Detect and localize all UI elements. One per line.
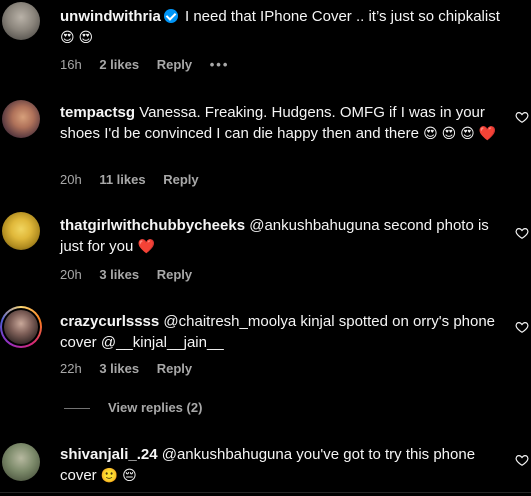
comment-text: tempactsg Vanessa. Freaking. Hudgens. OM… xyxy=(60,102,500,144)
comment-content: I need that IPhone Cover .. it’s just so… xyxy=(185,8,500,25)
comment-text: thatgirlwithchubbycheeks @ankushbahuguna… xyxy=(60,215,500,257)
heart-outline-icon[interactable] xyxy=(515,453,529,467)
comment-text: unwindwithria I need that IPhone Cover .… xyxy=(60,6,500,48)
comment-likes[interactable]: 11 likes xyxy=(99,172,145,187)
comment-username[interactable]: crazycurlssss xyxy=(60,313,159,330)
comment-emojis: ❤️ xyxy=(137,238,155,254)
comment-emojis: 😍 😍 😍 ❤️ xyxy=(423,125,497,141)
comment-username[interactable]: unwindwithria xyxy=(60,8,161,25)
comment-meta: 20h 11 likes Reply xyxy=(60,172,213,187)
comment-emojis: 😍 😍 xyxy=(60,29,94,45)
more-options-icon[interactable]: ••• xyxy=(210,57,230,72)
comment-time[interactable]: 20h xyxy=(60,267,82,282)
reply-button[interactable]: Reply xyxy=(157,361,192,376)
avatar[interactable] xyxy=(2,2,40,40)
avatar[interactable] xyxy=(0,306,42,348)
verified-badge-icon xyxy=(163,9,178,23)
reply-button[interactable]: Reply xyxy=(163,172,198,187)
view-replies-button[interactable]: View replies (2) xyxy=(64,400,202,415)
view-replies-label[interactable]: View replies (2) xyxy=(108,400,202,415)
comment-meta: 16h 2 likes Reply ••• xyxy=(60,57,243,72)
avatar[interactable] xyxy=(2,100,40,138)
comment-time[interactable]: 20h xyxy=(60,172,82,187)
comment-likes[interactable]: 3 likes xyxy=(99,267,139,282)
divider xyxy=(0,492,531,493)
comment-likes[interactable]: 3 likes xyxy=(99,361,139,376)
reply-button[interactable]: Reply xyxy=(157,57,192,72)
comment-meta: 22h 3 likes Reply xyxy=(60,361,206,376)
comment-time[interactable]: 22h xyxy=(60,361,82,376)
avatar[interactable] xyxy=(2,443,40,481)
comment-meta: 20h 3 likes Reply xyxy=(60,267,206,282)
comment-time[interactable]: 16h xyxy=(60,57,82,72)
heart-outline-icon[interactable] xyxy=(515,320,529,334)
avatar[interactable] xyxy=(2,212,40,250)
comment-username[interactable]: tempactsg xyxy=(60,104,135,121)
comment-text: shivanjali_.24 @ankushbahuguna you've go… xyxy=(60,444,500,486)
reply-button[interactable]: Reply xyxy=(157,267,192,282)
comment-text: crazycurlssss @chaitresh_moolya kinjal s… xyxy=(60,311,500,353)
comment-emojis: 🙂 😔 xyxy=(100,467,137,483)
comment-likes[interactable]: 2 likes xyxy=(99,57,139,72)
comment-username[interactable]: thatgirlwithchubbycheeks xyxy=(60,217,245,234)
heart-outline-icon[interactable] xyxy=(515,226,529,240)
comment-username[interactable]: shivanjali_.24 xyxy=(60,446,158,463)
heart-outline-icon[interactable] xyxy=(515,110,529,124)
divider xyxy=(64,408,90,410)
comments-panel: unwindwithria I need that IPhone Cover .… xyxy=(0,0,531,496)
